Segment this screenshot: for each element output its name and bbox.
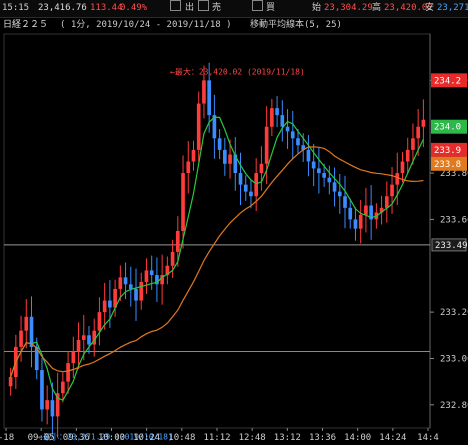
- candle-body: [45, 400, 50, 410]
- candle-body: [24, 316, 29, 331]
- candle-body: [118, 277, 123, 289]
- candle-body: [421, 119, 426, 127]
- candle-body: [259, 163, 264, 174]
- candle-body: [61, 381, 65, 394]
- x-tick-label: 14:24: [379, 433, 406, 443]
- y-tick-label: 233.60: [440, 215, 468, 225]
- candle-body: [207, 80, 211, 116]
- x-tick-label: 13:12: [274, 433, 301, 443]
- x-tick-label: 10:24: [133, 433, 160, 443]
- candle-body: [8, 377, 13, 387]
- y-tick-label: 233.00: [440, 354, 468, 364]
- candle-body: [50, 400, 55, 417]
- candle-body: [128, 284, 133, 289]
- candle-body: [170, 251, 175, 266]
- candle-body: [364, 205, 368, 215]
- y-tick-label: 232.80: [440, 401, 468, 411]
- candle-body: [175, 231, 180, 252]
- candle-body: [81, 335, 86, 340]
- x-tick-label: 10:48: [168, 433, 195, 443]
- candle-body: [306, 149, 311, 162]
- x-tick-label: -18: [0, 433, 14, 443]
- candle-body: [228, 154, 232, 164]
- candle-body: [76, 339, 81, 352]
- candle-body: [40, 370, 44, 410]
- x-tick-label: 09:36: [63, 433, 90, 443]
- x-tick-label: 11:12: [203, 433, 230, 443]
- candle-body: [348, 207, 353, 220]
- candle-body: [285, 126, 290, 132]
- candle-body: [191, 149, 196, 162]
- candle-body: [108, 300, 112, 308]
- candle-body: [149, 270, 154, 276]
- candle-body: [332, 182, 337, 192]
- price-flag-label: 233.9: [434, 146, 461, 156]
- candle-body: [243, 184, 248, 192]
- x-tick-label: 10:00: [98, 433, 125, 443]
- x-tick-label: 14:00: [344, 433, 371, 443]
- candle-body: [196, 103, 201, 150]
- candle-body: [238, 173, 243, 185]
- candle-body: [343, 196, 347, 208]
- candle-body: [358, 214, 363, 229]
- candle-body: [311, 161, 316, 169]
- y-tick-label: 233.20: [440, 308, 468, 318]
- candle-body: [254, 173, 259, 197]
- candle-body: [249, 191, 253, 197]
- candle-body: [29, 316, 34, 347]
- candle-body: [270, 108, 274, 127]
- candle-body: [217, 138, 222, 150]
- candle-body: [264, 126, 269, 164]
- candle-body: [353, 219, 358, 229]
- ma-long-line: [10, 146, 424, 378]
- candle-body: [327, 177, 332, 183]
- candle-body: [322, 173, 326, 178]
- price-flag-label: 233.8: [434, 160, 461, 170]
- x-tick-label: 14:4: [417, 433, 439, 443]
- candle-body: [71, 351, 76, 364]
- x-tick-label: 13:36: [309, 433, 336, 443]
- candle-body: [416, 126, 420, 139]
- candle-body: [411, 138, 415, 150]
- candle-body: [400, 161, 405, 174]
- candle-body: [181, 173, 185, 231]
- candle-body: [384, 196, 389, 208]
- x-tick-label: 09:05: [28, 433, 55, 443]
- candle-body: [317, 168, 321, 174]
- candle-body: [19, 330, 23, 347]
- candle-body: [337, 191, 342, 197]
- candle-body: [134, 288, 138, 301]
- candle-body: [296, 138, 300, 146]
- candle-body: [275, 108, 279, 116]
- price-flag-label: 234.0: [434, 123, 461, 133]
- price-flag-label: 234.2: [434, 76, 461, 86]
- candle-body: [123, 277, 128, 285]
- candle-body: [390, 184, 394, 197]
- x-tick-label: 12:48: [239, 433, 266, 443]
- candle-body: [186, 161, 191, 174]
- candle-body: [223, 149, 227, 164]
- candle-body: [102, 300, 107, 313]
- candle-body: [290, 131, 295, 139]
- reference-label: 233.49: [435, 241, 468, 251]
- candle-body: [280, 115, 285, 127]
- candle-body: [139, 281, 144, 301]
- candle-body: [97, 312, 102, 331]
- candle-body: [395, 173, 400, 185]
- candlestick-chart: 234.20233.80233.60233.20233.00232.80233.…: [0, 33, 468, 443]
- max-annotation: ←最大：23,420.02 (2019/11/18): [170, 66, 305, 76]
- candle-body: [87, 335, 91, 345]
- candle-body: [405, 149, 410, 162]
- candle-body: [144, 270, 149, 282]
- candle-body: [66, 363, 70, 382]
- candle-body: [202, 80, 206, 104]
